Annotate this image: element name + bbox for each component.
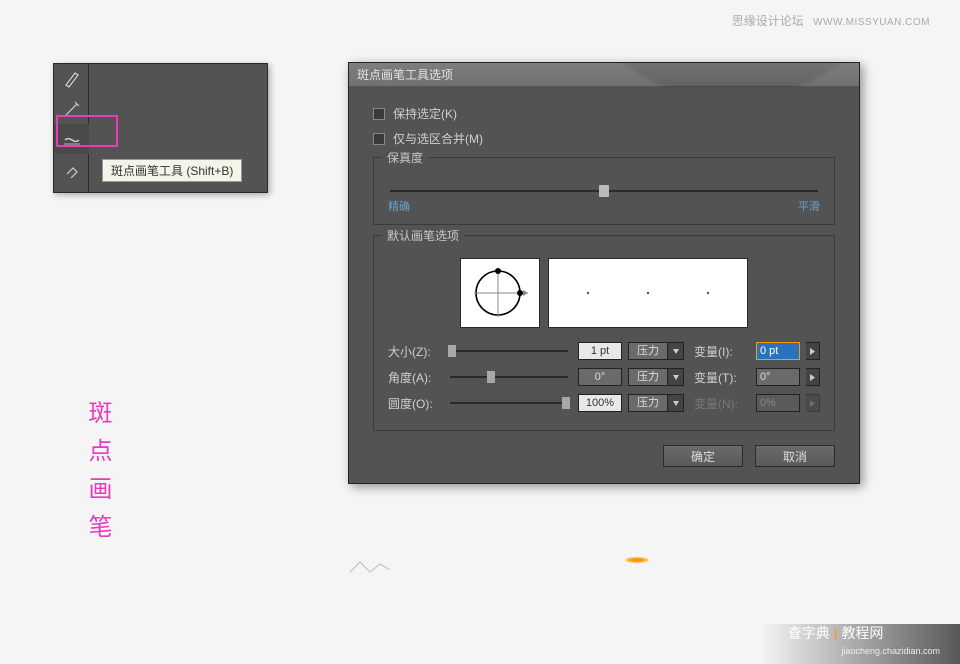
round-dynamics-dropdown[interactable]: 压力 [628,394,684,412]
round-input[interactable]: 100% [578,394,622,412]
round-slider[interactable] [450,402,568,404]
blob-brush-options-dialog: 斑点画笔工具选项 保持选定(K) 仅与选区合并(M) 保真度 精确 平滑 默认画… [348,62,860,484]
fidelity-right-label: 平滑 [798,198,820,214]
size-input[interactable]: 1 pt [578,342,622,360]
keep-selected-label: 保持选定(K) [393,105,457,122]
ok-button[interactable]: 确定 [663,445,743,467]
merge-selection-row[interactable]: 仅与选区合并(M) [373,130,835,147]
size-label: 大小(Z): [388,343,444,360]
angle-knob[interactable] [487,371,495,383]
angle-slider[interactable] [450,376,568,378]
dialog-titlebar[interactable]: 斑点画笔工具选项 [349,63,859,87]
round-var-stepper [806,394,820,412]
watermark-top-title: 思缘设计论坛 [732,14,804,28]
angle-dynamics-dropdown[interactable]: 压力 [628,368,684,386]
dialog-title: 斑点画笔工具选项 [357,66,453,83]
toolbar-column [54,64,89,192]
watermark-url: jiaocheng.chazidian.com [841,646,940,656]
fidelity-left-label: 精确 [388,198,410,214]
brush-shape-preview[interactable] [460,258,540,328]
angle-dynamics-label: 压力 [629,369,667,385]
tool-blob-brush[interactable] [54,124,89,154]
watermark-brand: 查字典 [788,623,830,643]
angle-var-label: 变量(T): [694,369,750,386]
size-var-label: 变量(I): [694,343,750,360]
tool-name-vertical: 斑点画笔 [80,400,115,552]
tool-paintbrush[interactable] [54,64,89,94]
fidelity-group-label: 保真度 [382,149,428,166]
fidelity-group: 保真度 精确 平滑 [373,157,835,225]
round-label: 圆度(O): [388,395,444,412]
size-var-stepper[interactable] [806,342,820,360]
brush-stroke-preview[interactable] [548,258,748,328]
dropdown-arrow-icon [667,343,683,359]
watermark-suffix: 教程网 [841,623,883,643]
default-brush-group-label: 默认画笔选项 [382,227,464,244]
angle-row: 角度(A): 0° 压力 变量(T): 0° [388,368,820,386]
tool-tooltip: 斑点画笔工具 (Shift+B) [102,159,242,182]
accent-blob [625,557,649,563]
watermark-bottom: 查字典 | 教程网 jiaocheng.chazidian.com [788,623,940,656]
fidelity-slider[interactable] [390,190,818,192]
watermark-top: 思缘设计论坛 WWW.MISSYUAN.COM [732,12,930,29]
angle-var-stepper[interactable] [806,368,820,386]
angle-input[interactable]: 0° [578,368,622,386]
tool-eraser[interactable] [54,154,89,184]
tool-pencil[interactable] [54,94,89,124]
dropdown-arrow-icon [667,395,683,411]
default-brush-group: 默认画笔选项 [373,235,835,431]
round-var-input: 0% [756,394,800,412]
dialog-resize-corner[interactable] [348,560,398,574]
fidelity-knob[interactable] [599,185,609,197]
size-row: 大小(Z): 1 pt 压力 变量(I): 0 pt [388,342,820,360]
angle-var-input[interactable]: 0° [756,368,800,386]
size-knob[interactable] [448,345,456,357]
checkbox-keep-selected[interactable] [373,108,385,120]
round-knob[interactable] [562,397,570,409]
round-var-label: 变量(N): [694,395,750,412]
size-var-input[interactable]: 0 pt [756,342,800,360]
round-row: 圆度(O): 100% 压力 变量(N): 0% [388,394,820,412]
size-dynamics-dropdown[interactable]: 压力 [628,342,684,360]
checkbox-merge-selection[interactable] [373,133,385,145]
cancel-button[interactable]: 取消 [755,445,835,467]
dropdown-arrow-icon [667,369,683,385]
angle-label: 角度(A): [388,369,444,386]
keep-selected-row[interactable]: 保持选定(K) [373,105,835,122]
size-slider[interactable] [450,350,568,352]
round-dynamics-label: 压力 [629,395,667,411]
watermark-top-site: WWW.MISSYUAN.COM [813,17,930,28]
merge-selection-label: 仅与选区合并(M) [393,130,483,147]
size-dynamics-label: 压力 [629,343,667,359]
